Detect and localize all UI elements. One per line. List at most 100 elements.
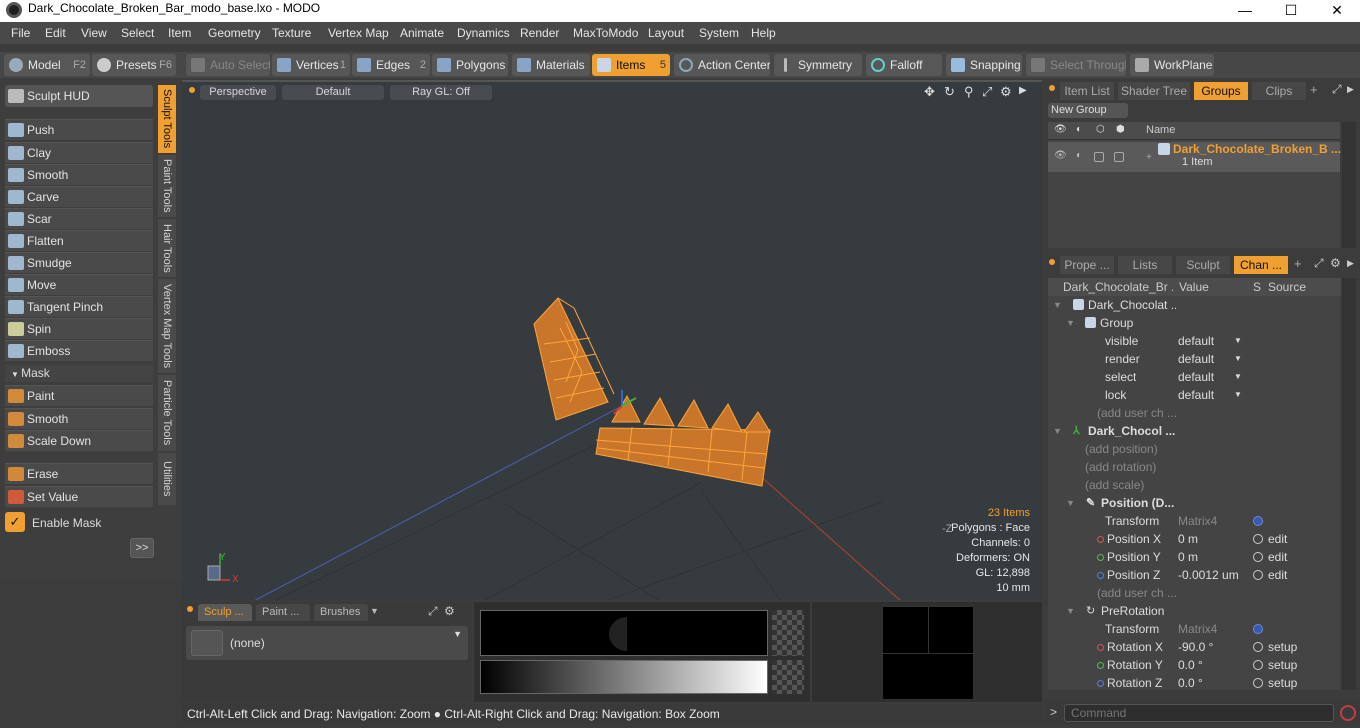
tool-mask-scale-down[interactable]: Scale Down bbox=[5, 430, 153, 451]
channel-row-group[interactable]: ▼ Group bbox=[1048, 314, 1341, 332]
matrix-link-icon[interactable] bbox=[1253, 516, 1263, 526]
tool-emboss[interactable]: Emboss bbox=[5, 340, 153, 361]
menu-geometry[interactable]: Geometry bbox=[208, 26, 261, 40]
symmetry-button[interactable]: Symmetry bbox=[774, 54, 862, 76]
menu-animate[interactable]: Animate bbox=[400, 26, 444, 40]
auto-select-button[interactable]: Auto Select bbox=[186, 54, 270, 76]
state-toggle[interactable] bbox=[1253, 678, 1263, 688]
channel-row-add-user-2[interactable]: (add user ch ... bbox=[1048, 584, 1341, 602]
tab-shader-tree[interactable]: Shader Tree bbox=[1118, 82, 1190, 100]
tool-clay[interactable]: Clay bbox=[5, 142, 153, 163]
tab-brushes[interactable]: Brushes bbox=[314, 604, 368, 621]
panel-expand-icon[interactable]: ⤢ bbox=[1332, 82, 1342, 97]
dropdown-arrow-icon[interactable]: ▼ bbox=[1234, 368, 1242, 386]
channel-row-position-x[interactable]: Position X 0 m edit bbox=[1048, 530, 1341, 548]
maximize-button[interactable]: ☐ bbox=[1268, 0, 1314, 22]
channel-value[interactable]: -0.0012 um bbox=[1178, 566, 1250, 584]
channel-value[interactable]: 0 m bbox=[1178, 530, 1250, 548]
channel-row-select[interactable]: select default ▼ bbox=[1048, 368, 1341, 386]
polygons-button[interactable]: Polygons bbox=[432, 54, 508, 76]
state-toggle[interactable] bbox=[1253, 552, 1263, 562]
menu-dynamics[interactable]: Dynamics bbox=[457, 26, 510, 40]
tab-menu-arrow-icon[interactable]: ▼ bbox=[370, 606, 379, 616]
command-input[interactable] bbox=[1064, 704, 1334, 722]
group-row[interactable]: 👁 ◐ + Dark_Chocolate_Broken_B ... 1 Item bbox=[1048, 142, 1341, 172]
channel-value[interactable]: 0.0 ° bbox=[1178, 656, 1250, 674]
tab-channels[interactable]: Chan ... bbox=[1234, 256, 1288, 274]
chocolate-piece-large[interactable] bbox=[595, 394, 771, 487]
panel-menu-arrow-icon[interactable]: ▶ bbox=[1347, 84, 1354, 95]
matrix-link-icon[interactable] bbox=[1253, 624, 1263, 634]
channel-row-position-z[interactable]: Position Z -0.0012 um edit bbox=[1048, 566, 1341, 584]
items-button[interactable]: Items 5 bbox=[592, 54, 670, 76]
chocolate-piece-small[interactable] bbox=[533, 297, 615, 421]
tab-groups[interactable]: Groups bbox=[1194, 82, 1248, 100]
sculpt-hud-button[interactable]: Sculpt HUD bbox=[5, 85, 153, 107]
brush-selector[interactable]: (none) ▼ bbox=[186, 626, 468, 660]
channel-row-prerotation[interactable]: ▼ ↻ PreRotation bbox=[1048, 602, 1341, 620]
menu-help[interactable]: Help bbox=[751, 26, 776, 40]
select-toggle[interactable] bbox=[1114, 152, 1124, 162]
falloff-button[interactable]: Falloff bbox=[866, 54, 942, 76]
channel-row-position[interactable]: ▼ ✎ Position (D... bbox=[1048, 494, 1341, 512]
channels-scrollbar[interactable] bbox=[1342, 278, 1356, 690]
vertices-button[interactable]: Vertices 1 bbox=[272, 54, 350, 76]
channel-row-rotation-z[interactable]: Rotation Z 0.0 ° setup bbox=[1048, 674, 1341, 692]
channel-value[interactable]: 0 m bbox=[1178, 548, 1250, 566]
tab-paint-brush[interactable]: Paint ... bbox=[256, 604, 310, 621]
tool-flatten[interactable]: Flatten bbox=[5, 230, 153, 251]
dropdown-arrow-icon[interactable]: ▼ bbox=[1234, 386, 1242, 404]
state-toggle[interactable] bbox=[1253, 534, 1263, 544]
tab-sculpt-tools[interactable]: Sculpt Tools bbox=[158, 85, 176, 153]
workplane-button[interactable]: WorkPlane bbox=[1130, 54, 1214, 76]
channel-row-visible[interactable]: visible default ▼ bbox=[1048, 332, 1341, 350]
tool-tangent-pinch[interactable]: Tangent Pinch bbox=[5, 296, 153, 317]
dropdown-arrow-icon[interactable]: ▼ bbox=[1234, 332, 1242, 350]
tab-paint-tools[interactable]: Paint Tools bbox=[158, 155, 176, 217]
channel-row-add-scale[interactable]: (add scale) bbox=[1048, 476, 1341, 494]
menu-system[interactable]: System bbox=[699, 26, 739, 40]
add-tab-icon[interactable]: + bbox=[1294, 256, 1302, 271]
close-button[interactable]: ✕ bbox=[1314, 0, 1360, 22]
visibility-toggle-icon[interactable]: 👁 bbox=[1054, 150, 1067, 161]
panel-settings-icon[interactable]: ⚙ bbox=[444, 604, 455, 618]
tool-move[interactable]: Move bbox=[5, 274, 153, 295]
tab-item-list[interactable]: Item List bbox=[1060, 82, 1114, 100]
tool-set-value[interactable]: Set Value bbox=[5, 486, 153, 507]
tab-clips[interactable]: Clips bbox=[1252, 82, 1306, 100]
mask-section-header[interactable]: ▼ Mask bbox=[5, 365, 153, 382]
enable-mask-checkbox[interactable]: ✓ bbox=[5, 512, 25, 532]
panel-expand-icon[interactable]: ⤢ bbox=[1314, 256, 1324, 271]
channel-row-render[interactable]: render default ▼ bbox=[1048, 350, 1341, 368]
tab-sculpt[interactable]: Sculpt bbox=[1176, 256, 1230, 274]
menu-view[interactable]: View bbox=[81, 26, 107, 40]
channel-row-transform-2[interactable]: Transform Matrix4 bbox=[1048, 620, 1341, 638]
tab-sculpt-brush[interactable]: Sculp ... bbox=[198, 604, 252, 621]
channel-row-add-rotation[interactable]: (add rotation) bbox=[1048, 458, 1341, 476]
tab-vertex-map-tools[interactable]: Vertex Map Tools bbox=[158, 279, 176, 373]
tab-hair-tools[interactable]: Hair Tools bbox=[158, 219, 176, 277]
tab-particle-tools[interactable]: Particle Tools bbox=[158, 375, 176, 451]
menu-maxtomodo[interactable]: MaxToModo bbox=[573, 26, 638, 40]
tool-push[interactable]: Push bbox=[5, 119, 153, 140]
channel-row-add-position[interactable]: (add position) bbox=[1048, 440, 1341, 458]
menu-edit[interactable]: Edit bbox=[45, 26, 66, 40]
tab-properties[interactable]: Prope ... bbox=[1060, 256, 1114, 274]
snapping-button[interactable]: Snapping bbox=[946, 54, 1022, 76]
channel-value[interactable]: 0.0 ° bbox=[1178, 674, 1250, 692]
tool-smooth[interactable]: Smooth bbox=[5, 164, 153, 185]
expand-panel-button[interactable]: >> bbox=[130, 538, 154, 558]
minimize-button[interactable]: — bbox=[1222, 0, 1268, 22]
edges-button[interactable]: Edges 2 bbox=[352, 54, 430, 76]
channel-row-locator[interactable]: ▼ ⅄ Dark_Chocol ... bbox=[1048, 422, 1341, 440]
render-toggle-icon[interactable]: ◐ bbox=[1076, 150, 1082, 161]
menu-file[interactable]: File bbox=[11, 26, 30, 40]
groups-scrollbar[interactable] bbox=[1342, 122, 1356, 248]
panel-settings-icon[interactable]: ⚙ bbox=[1330, 256, 1341, 270]
tool-smudge[interactable]: Smudge bbox=[5, 252, 153, 273]
channel-row-rotation-y[interactable]: Rotation Y 0.0 ° setup bbox=[1048, 656, 1341, 674]
tool-carve[interactable]: Carve bbox=[5, 186, 153, 207]
new-group-button[interactable]: New Group bbox=[1048, 103, 1128, 118]
state-toggle[interactable] bbox=[1253, 570, 1263, 580]
menu-texture[interactable]: Texture bbox=[272, 26, 311, 40]
